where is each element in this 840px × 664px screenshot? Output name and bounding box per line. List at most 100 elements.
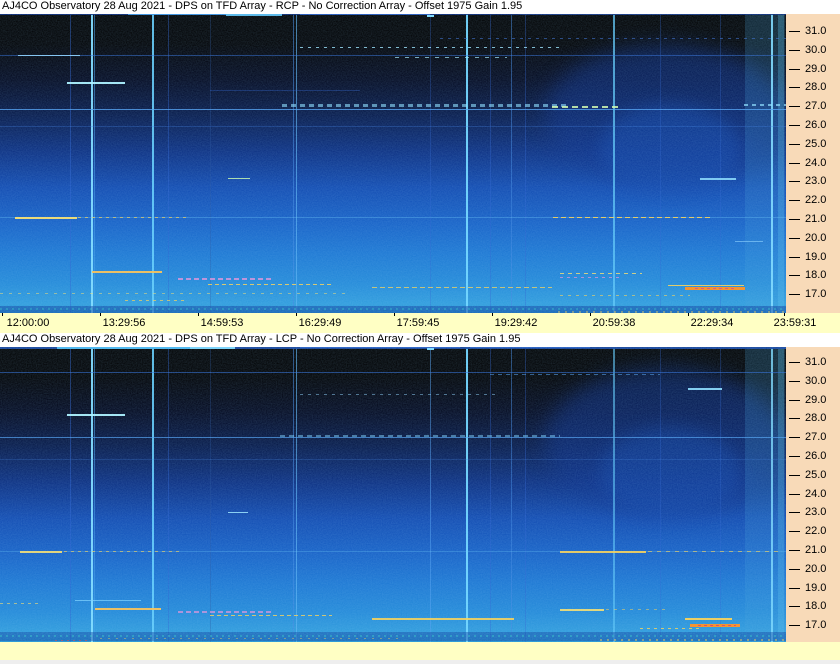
freq-tick-label: 29.0 (805, 63, 827, 75)
freq-tick-label: 21.0 (805, 213, 827, 225)
rfi-frequency-line (0, 126, 786, 127)
vertical-interference-line (91, 347, 93, 642)
vertical-interference-line (511, 347, 512, 642)
rfi-frequency-line (640, 628, 702, 629)
vertical-interference-line (613, 14, 615, 313)
freq-tick-label: 18.0 (805, 269, 827, 281)
freq-tick-label: 30.0 (805, 375, 827, 387)
spectrograph-app-window: AJ4CO Observatory 28 Aug 2021 - DPS on T… (0, 0, 840, 664)
rfi-frequency-line (372, 618, 514, 620)
vertical-interference-line (613, 347, 615, 642)
panel-title-lcp: AJ4CO Observatory 28 Aug 2021 - DPS on T… (0, 333, 840, 347)
freq-tick-mark (789, 606, 800, 607)
rfi-frequency-line (0, 632, 786, 641)
freq-tick-mark (789, 257, 800, 258)
vertical-interference-line (152, 347, 154, 642)
vertical-interference-line (430, 14, 431, 313)
rfi-frequency-line (606, 609, 666, 610)
vertical-interference-line (466, 347, 468, 642)
rfi-frequency-line (490, 374, 660, 375)
freq-tick-mark (789, 144, 800, 145)
time-tick-mark (688, 313, 689, 316)
intensity-wash (545, 44, 785, 184)
freq-tick-label: 21.0 (805, 544, 827, 556)
vertical-interference-line (296, 347, 297, 642)
freq-tick-mark (789, 475, 800, 476)
rfi-frequency-line (0, 635, 786, 637)
rfi-frequency-line (67, 414, 125, 416)
time-tick-label: 16:29:49 (298, 317, 342, 329)
freq-tick-mark (789, 181, 800, 182)
vertical-interference-line (210, 347, 211, 642)
rfi-frequency-line (210, 615, 332, 616)
time-tick-label: 22:29:34 (690, 317, 734, 329)
vertical-interference-line (70, 14, 71, 313)
time-tick-label: 17:59:45 (396, 317, 440, 329)
rfi-frequency-line (395, 57, 507, 58)
rfi-frequency-line (427, 348, 434, 350)
freq-tick-label: 20.0 (805, 232, 827, 244)
rfi-frequency-line (685, 618, 732, 620)
rfi-frequency-line (0, 551, 786, 552)
rfi-frequency-line (553, 217, 711, 218)
rfi-frequency-line (0, 55, 786, 56)
rfi-frequency-line (560, 295, 690, 296)
freq-tick-mark (789, 418, 800, 419)
vertical-interference-line (720, 347, 721, 642)
freq-tick-label: 27.0 (805, 100, 827, 112)
freq-tick-label: 28.0 (805, 81, 827, 93)
freq-tick-label: 18.0 (805, 600, 827, 612)
vertical-interference-line (168, 347, 169, 642)
rfi-frequency-line (178, 611, 272, 613)
freq-tick-mark (789, 531, 800, 532)
time-tick-label: 20:59:38 (592, 317, 636, 329)
rfi-frequency-line (440, 38, 786, 39)
vertical-interference-line (660, 347, 661, 642)
freq-tick-mark (789, 238, 800, 239)
vertical-interference-line (778, 347, 784, 642)
rfi-frequency-line (226, 14, 282, 16)
intensity-wash (600, 104, 740, 194)
vertical-interference-line (511, 14, 512, 313)
rfi-frequency-line (300, 347, 460, 348)
rfi-frequency-line (282, 104, 568, 107)
rfi-frequency-line (0, 306, 786, 313)
vertical-interference-line (525, 347, 526, 642)
vertical-interference-line (91, 14, 93, 313)
rfi-frequency-line (695, 288, 737, 289)
vertical-interference-line (720, 14, 721, 313)
freq-tick-label: 31.0 (805, 356, 827, 368)
vertical-interference-line (466, 14, 468, 313)
time-tick-label: 23:59:31 (773, 317, 817, 329)
freq-tick-label: 28.0 (805, 412, 827, 424)
rfi-frequency-line (125, 300, 185, 301)
panel-body-lcp: 31.0 30.0 29.0 28.0 27.0 26.0 25.0 24.0 23.0 22.0… (0, 347, 840, 642)
intensity-wash (600, 427, 740, 517)
rfi-frequency-line (0, 437, 786, 438)
rfi-frequency-line (67, 82, 125, 84)
freq-tick-mark (789, 381, 800, 382)
time-axis-lcp-cropped (0, 642, 840, 660)
vertical-interference-line (660, 14, 661, 313)
time-tick-mark (784, 313, 785, 316)
rfi-frequency-line (744, 104, 786, 106)
spectrogram-plot-lcp (0, 347, 786, 642)
vertical-interference-line (490, 347, 491, 642)
freq-tick-mark (789, 362, 800, 363)
rfi-frequency-line (0, 217, 786, 218)
rfi-frequency-line (100, 638, 400, 639)
rfi-frequency-line (208, 284, 332, 285)
rfi-frequency-line (20, 551, 62, 553)
rfi-frequency-line (470, 347, 590, 348)
rfi-frequency-line (560, 277, 622, 278)
freq-tick-mark (789, 456, 800, 457)
rfi-frequency-line (0, 308, 786, 310)
rfi-frequency-line (178, 278, 272, 280)
rfi-frequency-line (552, 106, 622, 108)
rfi-frequency-line (95, 608, 161, 610)
rfi-frequency-line (0, 372, 786, 373)
vertical-interference-line (94, 14, 95, 313)
time-tick-mark (492, 313, 493, 316)
spectrogram-plot-rcp (0, 14, 786, 313)
vertical-interference-line (94, 347, 95, 642)
